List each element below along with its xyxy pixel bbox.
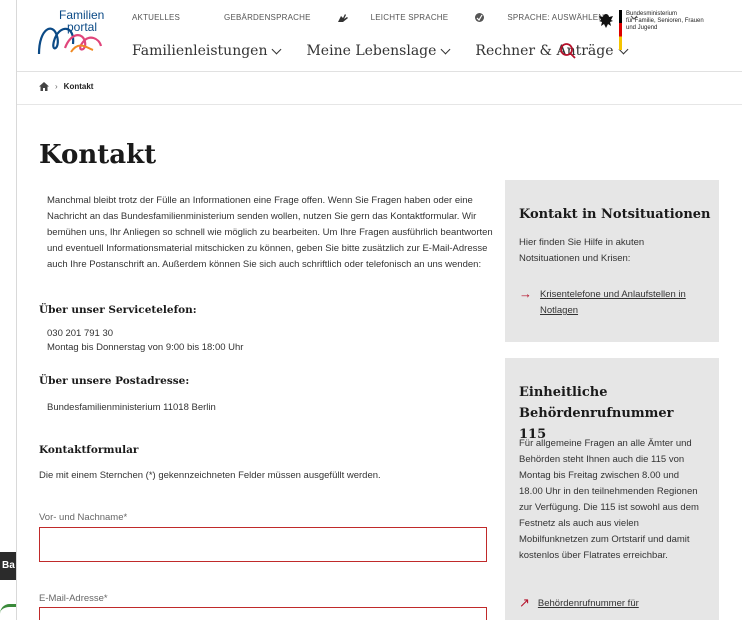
- ministry-line: und Jugend: [626, 25, 658, 31]
- breadcrumb-separator-icon: ›: [55, 82, 58, 91]
- chevron-down-icon: [440, 44, 451, 54]
- email-field-label: E-Mail-Adresse*: [39, 593, 108, 604]
- phone-hours: Montag bis Donnerstag von 9:00 bis 18:00…: [47, 342, 244, 353]
- breadcrumb-current: Kontakt: [63, 82, 94, 91]
- home-icon[interactable]: [39, 82, 49, 91]
- arrow-up-right-icon: ↗: [519, 595, 530, 610]
- topnav-gebaerdensprache[interactable]: GEBÄRDENSPRACHE: [224, 12, 349, 23]
- phone-heading: Über unser Servicetelefon:: [39, 304, 197, 316]
- nav-label: Rechner & Anträge: [475, 43, 614, 59]
- form-heading: Kontaktformular: [39, 444, 139, 456]
- ministry-line: für Familie, Senioren, Frauen: [626, 18, 704, 24]
- post-address: Bundesfamilienministerium 11018 Berlin: [47, 402, 216, 413]
- topnav-label: SPRACHE: AUSWÄHLEN: [507, 13, 605, 22]
- phone-number: 030 201 791 30: [47, 328, 114, 339]
- federal-eagle-icon: [599, 14, 613, 28]
- topnav-label: LEICHTE SPRACHE: [370, 13, 449, 22]
- post-heading: Über unsere Postadresse:: [39, 375, 190, 387]
- flag-bar: [619, 10, 622, 50]
- sidebar-emergency-box: Kontakt in Notsituationen Hier finden Si…: [505, 180, 719, 342]
- arrow-right-icon: →: [519, 286, 532, 301]
- name-field[interactable]: [39, 527, 487, 562]
- intro-text: Manchmal bleibt trotz der Fülle an Infor…: [47, 195, 493, 270]
- emergency-link-text: Krisentelefone und Anlaufstellen in Notl…: [540, 289, 686, 316]
- logo-swirl-icon: [37, 27, 103, 55]
- 115-link-text: Behördenrufnummer für: [537, 598, 639, 609]
- topnav-label: AKTUELLES: [132, 13, 181, 22]
- search-icon[interactable]: [559, 42, 577, 60]
- breadcrumb: › Kontakt: [39, 82, 93, 91]
- nav-familienleistungen[interactable]: Familienleistungen: [132, 43, 282, 59]
- ministry-logo[interactable]: Bundesministerium für Familie, Senioren,…: [597, 10, 737, 50]
- nav-label: Meine Lebenslage: [306, 43, 437, 59]
- nav-meine-lebenslage[interactable]: Meine Lebenslage: [306, 43, 451, 59]
- 115-link[interactable]: ↗ Behördenrufnummer für: [519, 596, 706, 612]
- ministry-line: Bundesministerium: [626, 11, 678, 17]
- chevron-down-icon: [272, 44, 282, 54]
- top-navigation: AKTUELLES GEBÄRDENSPRACHE LEICHTE SPRACH…: [132, 12, 660, 23]
- divider: [17, 104, 742, 105]
- topnav-aktuelles[interactable]: AKTUELLES: [132, 12, 202, 23]
- ministry-name: Bundesministerium für Familie, Senioren,…: [626, 11, 704, 32]
- page-title: Kontakt: [39, 140, 157, 170]
- overlay-green-arc: [0, 604, 16, 620]
- overlay-tab[interactable]: Ba: [0, 552, 16, 580]
- nav-label: Familienleistungen: [132, 43, 268, 59]
- 115-box-text: Für allgemeine Fragen an alle Ämter und …: [519, 438, 699, 561]
- emergency-link[interactable]: → Krisentelefone und Anlaufstellen in No…: [519, 287, 708, 319]
- name-field-label: Vor- und Nachname*: [39, 512, 128, 523]
- site-header: Familien portal AKTUELLES GEBÄRDENSPRACH…: [17, 0, 742, 72]
- topnav-leichte-sprache[interactable]: LEICHTE SPRACHE: [371, 12, 486, 23]
- form-required-note: Die mit einem Sternchen (*) gekennzeichn…: [39, 470, 381, 481]
- familienportal-logo[interactable]: Familien portal: [35, 6, 105, 56]
- page: Familien portal AKTUELLES GEBÄRDENSPRACH…: [16, 0, 742, 620]
- emergency-box-text: Hier finden Sie Hilfe in akuten Notsitua…: [519, 237, 645, 264]
- emergency-box-title: Kontakt in Notsituationen: [519, 207, 711, 222]
- left-edge-overlay: Ba: [0, 0, 16, 620]
- sidebar-115-box: Einheitliche Behördenrufnummer 115 Für a…: [505, 358, 719, 620]
- hand-sign-icon: [337, 13, 348, 22]
- easy-language-icon: [475, 13, 485, 22]
- topnav-label: GEBÄRDENSPRACHE: [224, 13, 311, 22]
- email-field[interactable]: [39, 607, 487, 620]
